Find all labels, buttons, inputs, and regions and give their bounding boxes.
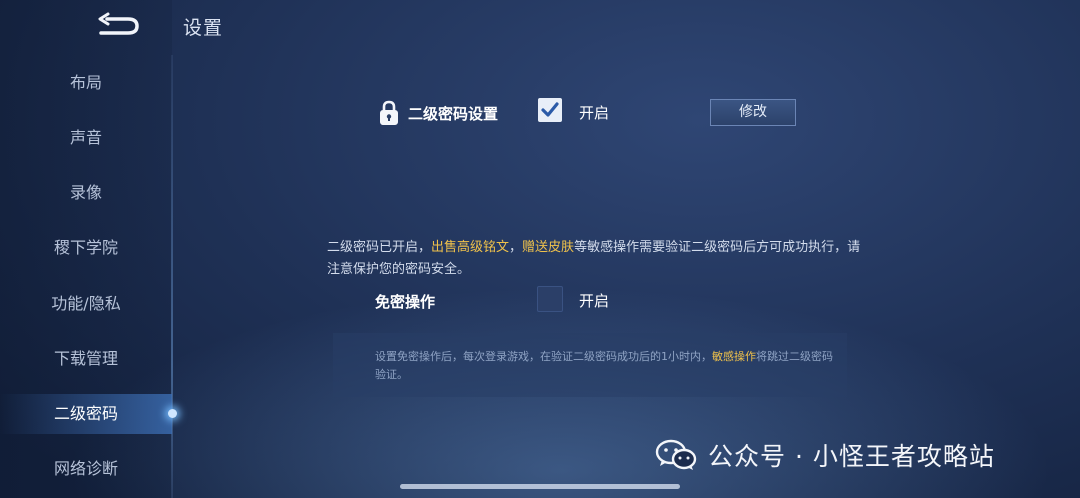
- secondary-password-label: 二级密码设置: [408, 105, 499, 123]
- sidebar-item-downloads[interactable]: 下载管理: [0, 339, 172, 379]
- back-arrow-icon: [98, 12, 139, 35]
- active-indicator: [168, 409, 177, 418]
- sidebar-item-secondary-password[interactable]: 二级密码: [0, 394, 177, 434]
- sidebar-item-layout[interactable]: 布局: [0, 63, 172, 103]
- sidebar-item-privacy[interactable]: 功能/隐私: [0, 284, 172, 324]
- highlight-sell-inscription: 出售高级铭文: [431, 240, 510, 255]
- sidebar-item-recording[interactable]: 录像: [0, 173, 172, 213]
- home-indicator[interactable]: [400, 484, 680, 489]
- secondary-password-enable-label: 开启: [579, 104, 610, 122]
- highlight-sensitive-ops: 敏感操作: [712, 350, 756, 363]
- watermark-text: 公众号 · 小怪王者攻略站: [708, 442, 995, 471]
- wechat-icon: [655, 439, 697, 470]
- note-text: 设置免密操作后，每次登录游戏，在验证二级密码成功后的1小时内，敏感操作将跳过二级…: [375, 348, 835, 384]
- sidebar-item-academy[interactable]: 稷下学院: [0, 228, 172, 268]
- lock-icon: [380, 100, 398, 125]
- password-free-enable-label: 开启: [579, 292, 610, 310]
- watermark: 公众号 · 小怪王者攻略站: [654, 438, 995, 472]
- checkmark-icon: [541, 102, 559, 117]
- info-text: 二级密码已开启，出售高级铭文，赠送皮肤等敏感操作需要验证二级密码后方可成功执行，…: [327, 237, 867, 281]
- note-text-part: 设置免密操作后，每次登录游戏，在验证二级密码成功后的1小时内，: [375, 350, 712, 363]
- back-button[interactable]: [95, 10, 141, 40]
- sidebar-item-label: 二级密码: [53, 404, 118, 423]
- note-box: 设置免密操作后，每次登录游戏，在验证二级密码成功后的1小时内，敏感操作将跳过二级…: [333, 333, 847, 397]
- modify-button[interactable]: 修改: [710, 99, 796, 126]
- password-free-checkbox[interactable]: [537, 286, 563, 312]
- sidebar-item-network-diagnosis[interactable]: 网络诊断: [0, 449, 172, 489]
- password-free-label: 免密操作: [375, 293, 436, 311]
- highlight-gift-skin: 赠送皮肤: [522, 240, 575, 255]
- info-text-part: ，: [509, 240, 523, 255]
- sidebar-item-sound[interactable]: 声音: [0, 118, 172, 158]
- secondary-password-checkbox[interactable]: [538, 98, 562, 122]
- info-text-part: 二级密码已开启，: [327, 240, 432, 255]
- page-title: 设置: [183, 17, 224, 39]
